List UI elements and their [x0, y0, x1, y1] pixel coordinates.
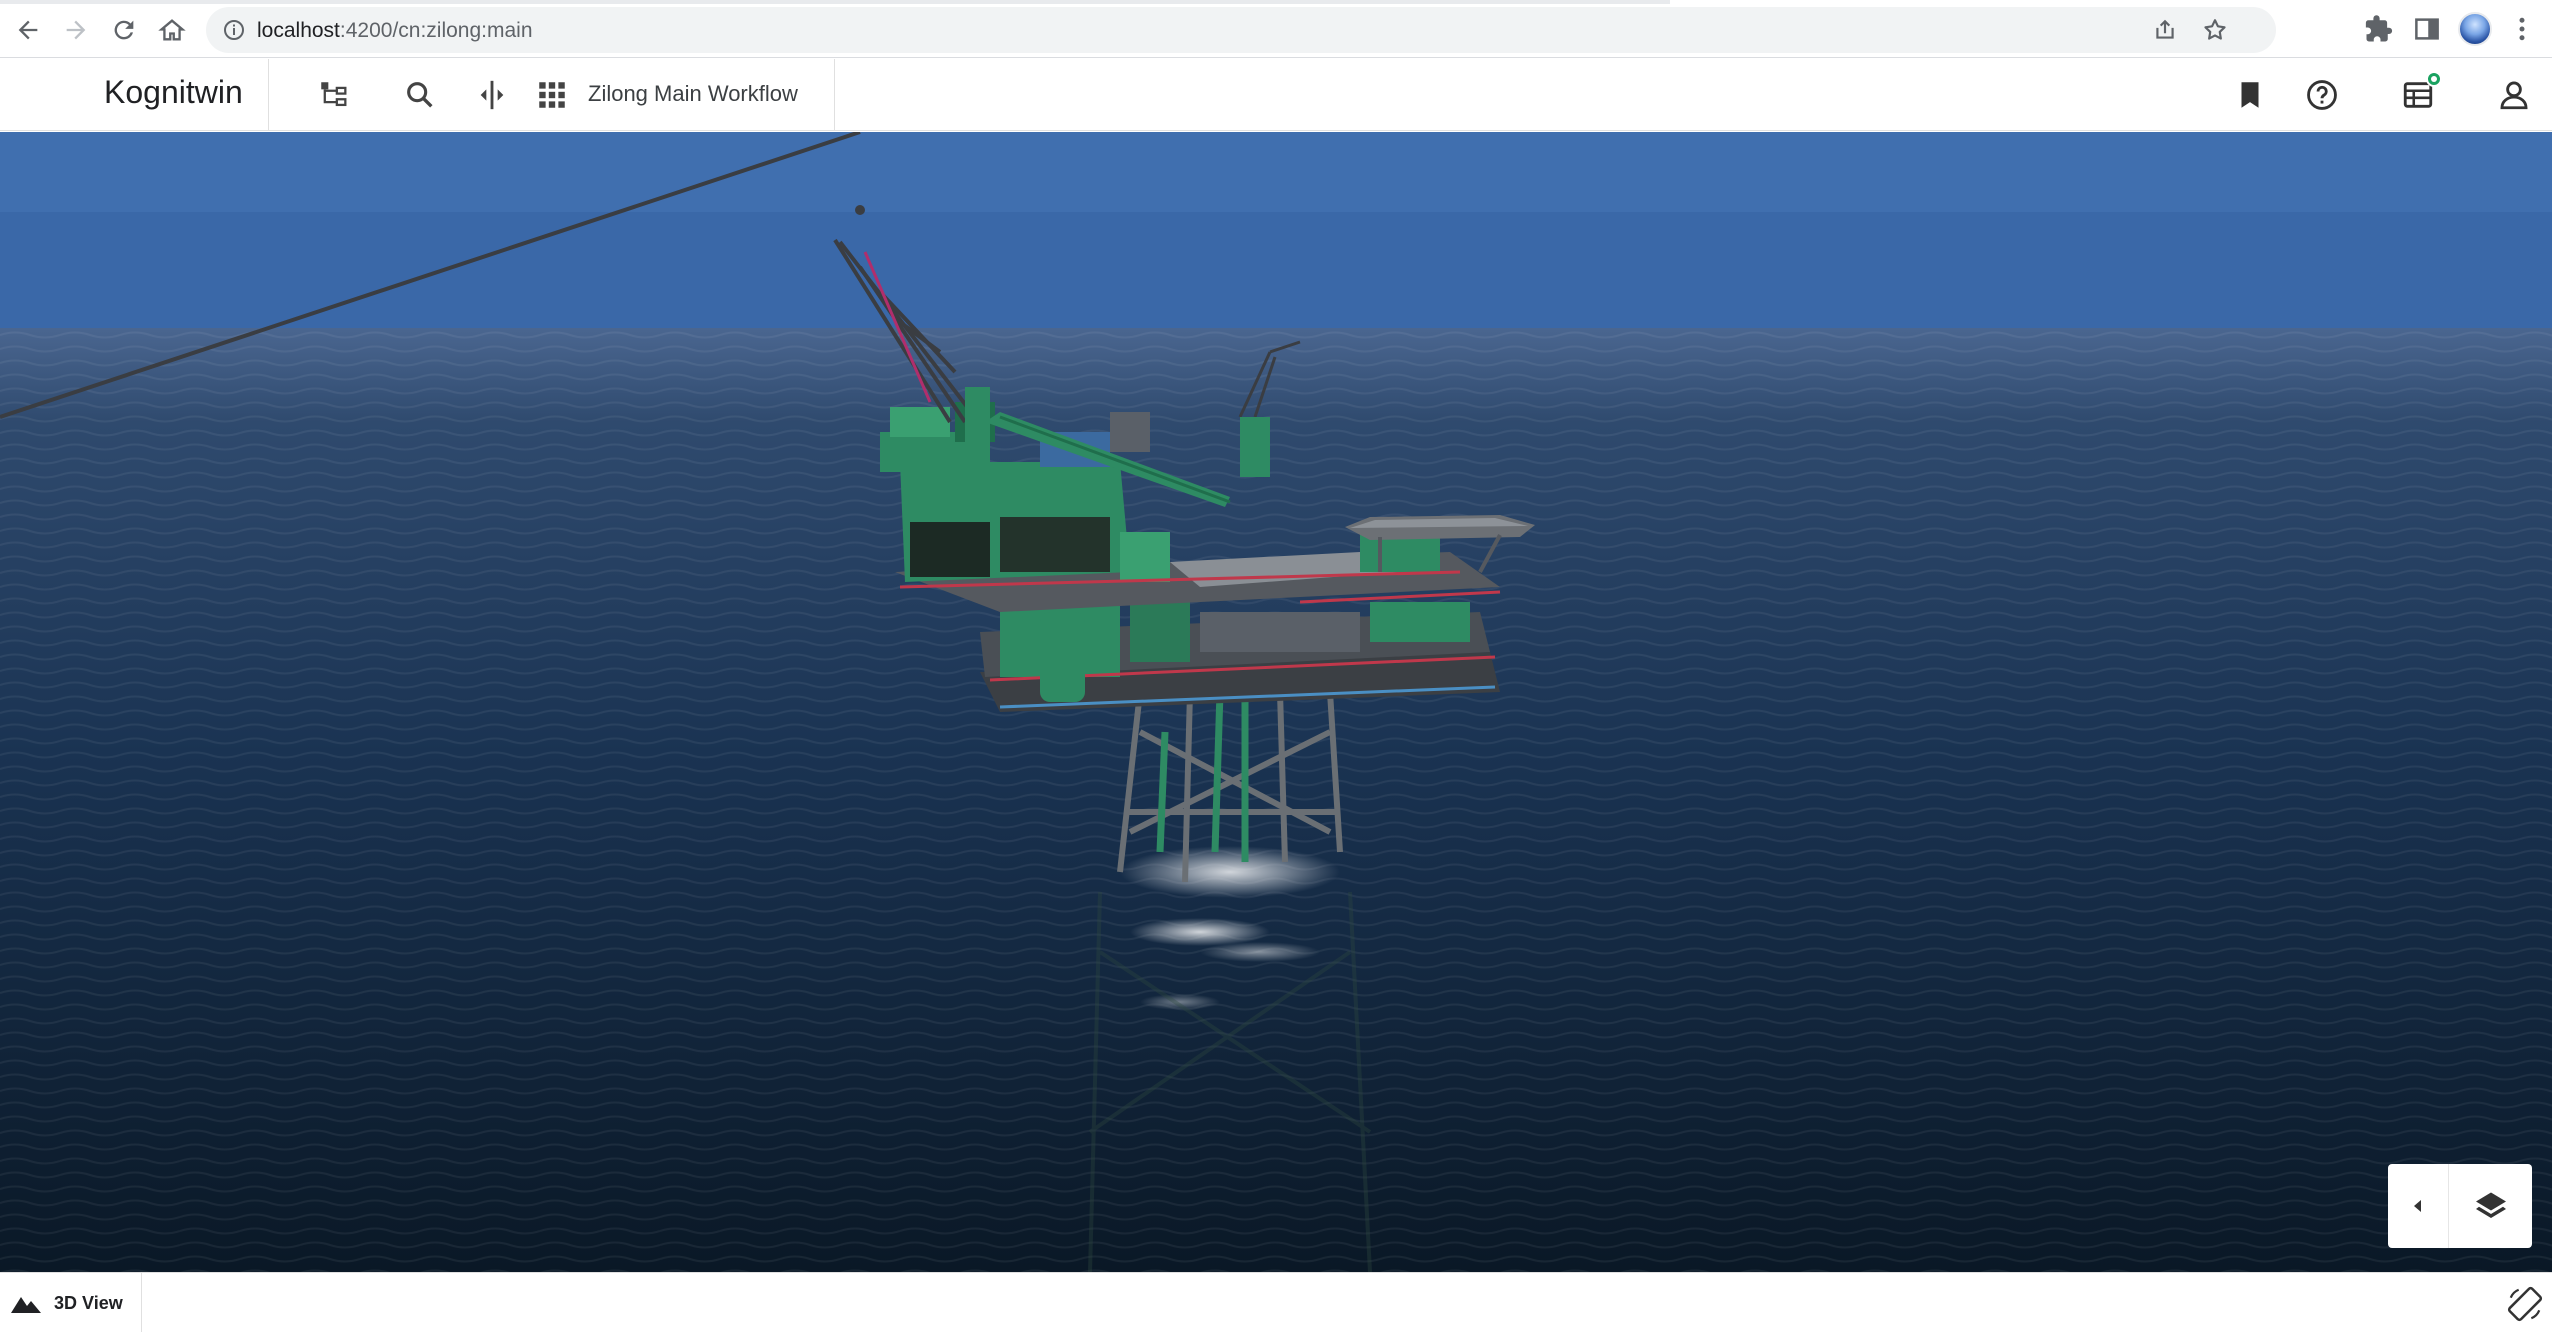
header-divider — [268, 59, 269, 131]
site-info-icon[interactable] — [222, 18, 246, 42]
offshore-platform-scene[interactable] — [0, 132, 2552, 1272]
loading-indicator — [0, 0, 1670, 4]
apps-grid-icon[interactable] — [532, 75, 572, 115]
bottom-bar: 3D View — [0, 1272, 2552, 1332]
share-icon[interactable] — [2152, 17, 2178, 43]
viewport-panel-controls — [2388, 1164, 2532, 1248]
user-icon[interactable] — [2494, 75, 2534, 115]
terrain-icon — [11, 1297, 41, 1313]
browser-toolbar: localhost:4200/cn:zilong:main — [0, 0, 2552, 58]
view-tab-label: 3D View — [54, 1292, 123, 1313]
menu-kebab-icon[interactable] — [2507, 14, 2537, 44]
forward-icon[interactable] — [56, 10, 96, 50]
extensions-icon[interactable] — [2364, 14, 2394, 44]
crane-pedestal — [965, 387, 990, 447]
collapse-panel-icon[interactable] — [2388, 1164, 2448, 1248]
url-path: :4200/cn:zilong:main — [339, 19, 533, 42]
crane-tip — [855, 205, 865, 215]
header-divider — [834, 59, 835, 131]
hierarchy-icon[interactable] — [314, 75, 354, 115]
split-view-icon[interactable] — [472, 75, 512, 115]
layers-icon[interactable] — [2449, 1164, 2532, 1248]
search-icon[interactable] — [400, 75, 440, 115]
sky-upper — [0, 132, 2552, 212]
rotate-screen-icon[interactable] — [2506, 1285, 2544, 1323]
workflow-title[interactable]: Zilong Main Workflow — [588, 81, 798, 107]
help-icon[interactable] — [2302, 75, 2342, 115]
url-text[interactable]: localhost:4200/cn:zilong:main — [257, 19, 533, 43]
back-icon[interactable] — [8, 10, 48, 50]
3d-viewport[interactable] — [0, 132, 2552, 1272]
side-panel-icon[interactable] — [2412, 14, 2442, 44]
app-header: Kognitwin Zilong Main Workflow — [0, 59, 2552, 131]
reload-icon[interactable] — [104, 10, 144, 50]
secondary-crane-pedestal — [1240, 417, 1270, 477]
url-host: localhost — [257, 19, 340, 42]
view-tab-3d[interactable]: 3D View — [0, 1273, 142, 1332]
sea-waves — [0, 328, 2552, 1272]
home-icon[interactable] — [152, 10, 192, 50]
notification-badge — [2426, 71, 2442, 87]
bookmark-star-icon[interactable] — [2202, 17, 2228, 43]
address-bar[interactable]: localhost:4200/cn:zilong:main — [206, 7, 2276, 53]
profile-avatar[interactable] — [2458, 12, 2492, 46]
brand-logo-text[interactable]: Kognitwin — [104, 74, 243, 111]
bookmark-icon[interactable] — [2230, 75, 2270, 115]
